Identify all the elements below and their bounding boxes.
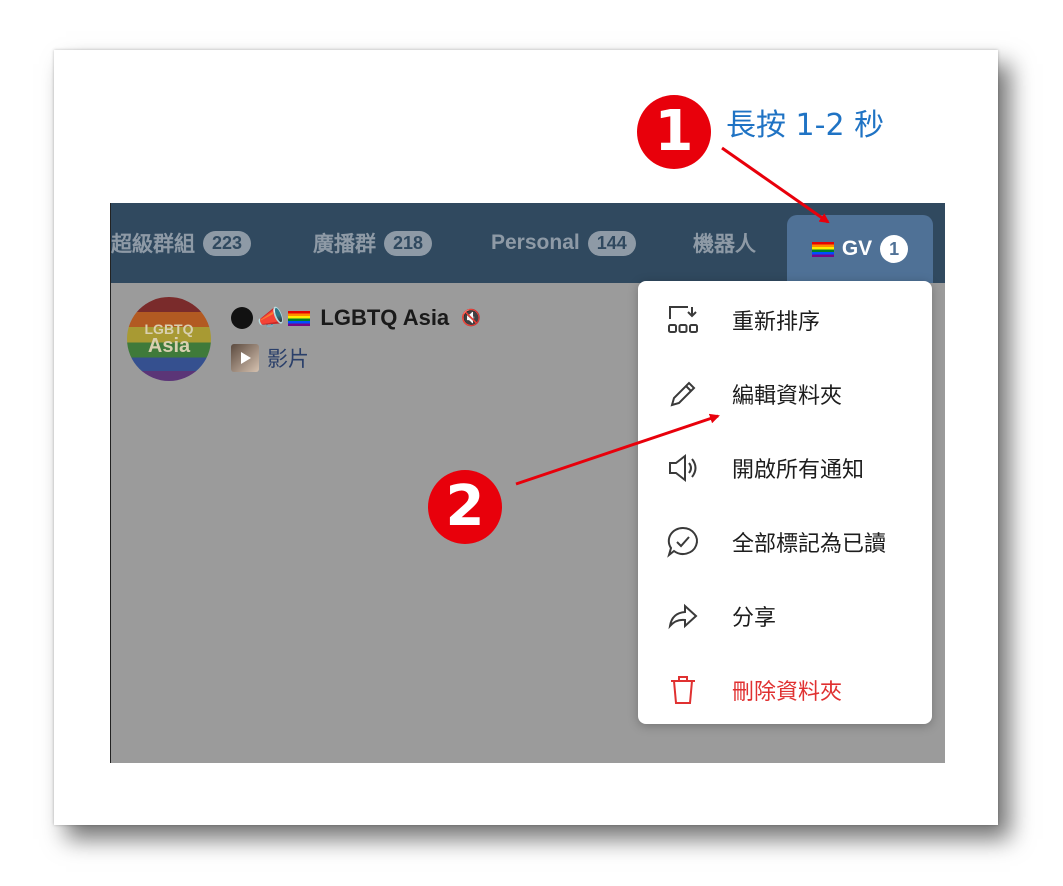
menu-item-label: 分享 (732, 606, 777, 631)
muted-icon: 🔇 (461, 310, 482, 327)
tab-label: 廣播群 (313, 233, 376, 256)
chat-title[interactable]: 📣 LGBTQ Asia 🔇 (231, 305, 481, 331)
rainbow-flag-icon (811, 241, 834, 257)
folder-tab-bar: 超級群組 223 廣播群 218 Personal 144 機器人 GV 1 (111, 203, 945, 283)
trash-icon (666, 673, 700, 707)
menu-item-label: 刪除資料夾 (732, 680, 843, 705)
megaphone-icon: 📣 (257, 305, 285, 330)
menu-item-delete-folder[interactable]: 刪除資料夾 (638, 653, 932, 727)
pencil-icon (666, 377, 700, 411)
long-press-hint: 長按 1-2 秒 (726, 108, 885, 143)
menu-item-mark-all-read[interactable]: 全部標記為已讀 (638, 505, 932, 579)
menu-item-label: 開啟所有通知 (732, 458, 865, 483)
tab-count-badge: 144 (587, 230, 636, 256)
step-marker-1: 1 (637, 95, 711, 169)
tab-label: 機器人 (693, 233, 756, 256)
tab-label: Personal (491, 231, 580, 254)
tab-count-badge: 218 (384, 230, 433, 256)
tab-label: 超級群組 (111, 233, 195, 256)
tab-bots[interactable]: 機器人 (693, 203, 756, 283)
share-icon (666, 599, 700, 633)
avatar-text-line1: LGBTQ (144, 321, 194, 337)
tab-label: GV (841, 237, 873, 260)
speaker-icon (666, 451, 700, 485)
video-thumbnail-icon (231, 344, 259, 372)
tab-count-badge: 1 (880, 235, 909, 263)
avatar-text-line2: Asia (147, 335, 191, 357)
tab-gv-active[interactable]: GV 1 (787, 215, 933, 283)
chat-title-text: LGBTQ Asia (320, 305, 450, 330)
folder-context-menu: 重新排序 編輯資料夾 開啟所有通知 全部標記為已讀 分享 刪除資料夾 (638, 281, 932, 724)
chat-subtitle: 影片 (267, 347, 309, 371)
black-circle-icon (231, 307, 253, 329)
chat-check-icon (666, 525, 700, 559)
tab-broadcast-groups[interactable]: 廣播群 218 (313, 203, 433, 283)
rainbow-flag-icon (288, 310, 311, 326)
avatar[interactable]: LGBTQ Asia (127, 297, 211, 381)
menu-item-edit-folder[interactable]: 編輯資料夾 (638, 357, 932, 431)
menu-item-label: 編輯資料夾 (732, 384, 843, 409)
menu-item-share[interactable]: 分享 (638, 579, 932, 653)
menu-item-enable-notifications[interactable]: 開啟所有通知 (638, 431, 932, 505)
reorder-icon (666, 303, 700, 337)
chat-last-message: 影片 (231, 343, 309, 373)
menu-item-label: 全部標記為已讀 (732, 532, 887, 557)
menu-item-reorder[interactable]: 重新排序 (638, 283, 932, 357)
menu-item-label: 重新排序 (732, 310, 821, 335)
tab-super-groups[interactable]: 超級群組 223 (111, 203, 252, 283)
tab-count-badge: 223 (203, 230, 252, 256)
step-marker-2: 2 (428, 470, 502, 544)
tab-personal[interactable]: Personal 144 (491, 203, 636, 283)
